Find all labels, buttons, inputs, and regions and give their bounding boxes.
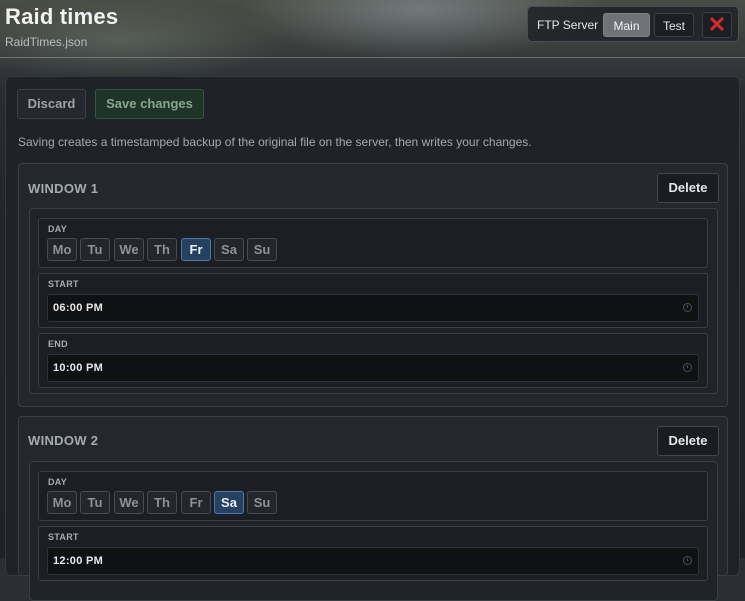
end-time-input[interactable]: 10:00 PM (47, 354, 699, 382)
file-name: RaidTimes.json (5, 35, 88, 49)
server-switcher: FTP Server Main Test ✕ (527, 6, 739, 42)
delete-window-button[interactable]: Delete (657, 173, 719, 203)
clock-icon[interactable] (683, 556, 692, 565)
clock-icon[interactable] (683, 303, 692, 312)
start-label: START (48, 279, 79, 289)
day-button-th[interactable]: Th (147, 491, 177, 514)
raid-window-1: WINDOW 1 Delete DAY Mo Tu We Th Fr Sa Su… (18, 163, 728, 407)
end-field: END 10:00 PM (38, 333, 708, 388)
start-time-value: 06:00 PM (53, 302, 104, 314)
day-button-we[interactable]: We (114, 238, 144, 261)
day-label: DAY (48, 477, 68, 487)
discard-button[interactable]: Discard (17, 89, 86, 119)
day-button-su[interactable]: Su (247, 238, 277, 261)
server-label: FTP Server (537, 18, 599, 32)
page-title: Raid times (5, 4, 119, 29)
end-label: END (48, 339, 68, 349)
day-field: DAY Mo Tu We Th Fr Sa Su (38, 471, 708, 521)
server-test-button[interactable]: Test (654, 13, 694, 37)
window-fields: DAY Mo Tu We Th Fr Sa Su START 06:00 PM (29, 208, 718, 394)
day-button-su[interactable]: Su (247, 491, 277, 514)
start-field: START 06:00 PM (38, 273, 708, 328)
raid-window-2: WINDOW 2 Delete DAY Mo Tu We Th Fr Sa Su… (18, 416, 728, 601)
header-divider (0, 57, 745, 58)
day-button-sa[interactable]: Sa (214, 238, 244, 261)
close-icon[interactable]: ✕ (702, 12, 732, 38)
day-button-tu[interactable]: Tu (80, 238, 110, 261)
window-fields: DAY Mo Tu We Th Fr Sa Su START 12:00 PM (29, 461, 718, 601)
day-button-tu[interactable]: Tu (80, 491, 110, 514)
start-time-input[interactable]: 06:00 PM (47, 294, 699, 322)
editor-panel: Discard Save changes Saving creates a ti… (5, 76, 740, 601)
clock-icon[interactable] (683, 363, 692, 372)
save-info-text: Saving creates a timestamped backup of t… (18, 135, 532, 149)
day-button-fr[interactable]: Fr (181, 491, 211, 514)
day-button-mo[interactable]: Mo (47, 491, 77, 514)
start-label: START (48, 532, 79, 542)
day-button-we[interactable]: We (114, 491, 144, 514)
server-main-button[interactable]: Main (603, 13, 650, 37)
start-time-input[interactable]: 12:00 PM (47, 547, 699, 575)
window-title: WINDOW 2 (28, 433, 99, 448)
save-changes-button[interactable]: Save changes (95, 89, 204, 119)
delete-window-button[interactable]: Delete (657, 426, 719, 456)
day-label: DAY (48, 224, 68, 234)
day-button-fr[interactable]: Fr (181, 238, 211, 261)
day-button-mo[interactable]: Mo (47, 238, 77, 261)
start-time-value: 12:00 PM (53, 555, 104, 567)
window-title: WINDOW 1 (28, 181, 99, 196)
start-field: START 12:00 PM (38, 526, 708, 581)
end-time-value: 10:00 PM (53, 362, 104, 374)
page-header: Raid times RaidTimes.json FTP Server Mai… (0, 0, 745, 62)
day-button-sa[interactable]: Sa (214, 491, 244, 514)
day-button-th[interactable]: Th (147, 238, 177, 261)
day-field: DAY Mo Tu We Th Fr Sa Su (38, 218, 708, 268)
